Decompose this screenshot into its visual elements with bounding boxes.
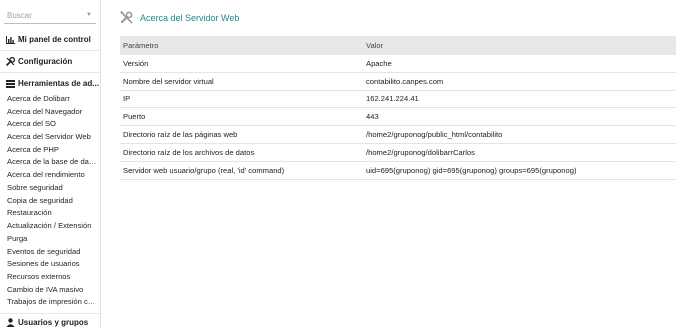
- chevron-down-icon[interactable]: ▼: [86, 12, 92, 18]
- param-cell: Directorio raíz de las páginas web: [123, 130, 238, 140]
- menu-item-about-dolibarr[interactable]: Acerca de Dolibarr: [7, 94, 97, 103]
- menu-item-external-resources[interactable]: Recursos externos: [7, 272, 97, 281]
- menu-section-label: Configuración: [18, 57, 73, 66]
- menu-item-purge[interactable]: Purga: [7, 234, 97, 243]
- info-table: Parámetro Valor Versión Apache Nombre de…: [120, 36, 676, 180]
- search-box[interactable]: ▼: [4, 8, 96, 24]
- value-cell: uid=695(gruponog) gid=695(gruponog) grou…: [366, 165, 577, 175]
- menu-section-config[interactable]: Configuración: [6, 57, 72, 66]
- menu-section-dashboard[interactable]: Mi panel de control: [6, 35, 91, 44]
- menu-item-security-events[interactable]: Eventos de seguridad: [7, 247, 97, 256]
- menu-item-about-os[interactable]: Acerca del SO: [7, 119, 97, 128]
- server-icon: [6, 79, 15, 88]
- value-cell: /home2/gruponog/dolibarrCarlos: [366, 147, 475, 157]
- param-cell: Puerto: [123, 112, 146, 122]
- value-cell: contabilito.canpes.com: [366, 76, 444, 86]
- menu-item-security[interactable]: Sobre seguridad: [7, 183, 97, 192]
- menu-item-update[interactable]: Actualización / Extensión: [7, 221, 97, 230]
- table-row: Versión Apache: [120, 55, 676, 73]
- table-row: Directorio raíz de las páginas web /home…: [120, 126, 676, 144]
- divider: [0, 50, 100, 51]
- table-header-row: Parámetro Valor: [120, 36, 676, 55]
- column-header-parameter: Parámetro: [123, 41, 159, 50]
- sidebar: ▼ Mi panel de control Configuración Herr…: [0, 0, 101, 328]
- user-icon: [6, 318, 15, 327]
- menu-item-print-jobs[interactable]: Trabajos de impresión co...: [7, 297, 97, 306]
- menu-section-users[interactable]: Usuarios y grupos: [6, 318, 88, 327]
- menu-item-about-php[interactable]: Acerca de PHP: [7, 145, 97, 154]
- param-cell: Directorio raíz de los archivos de datos: [123, 147, 255, 157]
- divider: [0, 72, 100, 73]
- table-row: Puerto 443: [120, 108, 676, 127]
- menu-item-about-browser[interactable]: Acerca del Navegador: [7, 107, 97, 116]
- divider: [0, 313, 100, 314]
- tools-icon: [120, 11, 133, 24]
- menu-item-restore[interactable]: Restauración: [7, 208, 97, 217]
- wrench-icon: [6, 57, 15, 66]
- menu-item-about-webserver[interactable]: Acerca del Servidor Web: [7, 132, 97, 141]
- page-title: Acerca del Servidor Web: [140, 12, 240, 23]
- menu-item-mass-vat-change[interactable]: Cambio de IVA masivo: [7, 285, 97, 294]
- menu-section-label: Herramientas de ad...: [18, 79, 99, 88]
- value-cell: 443: [366, 112, 379, 122]
- value-cell: Apache: [366, 58, 392, 68]
- param-cell: IP: [123, 94, 131, 104]
- menu-section-tools[interactable]: Herramientas de ad...: [6, 79, 99, 88]
- column-header-value: Valor: [366, 41, 384, 50]
- table-row: Servidor web usuario/grupo (real, 'id' c…: [120, 162, 676, 180]
- menu-section-label: Usuarios y grupos: [18, 318, 89, 327]
- param-cell: Nombre del servidor virtual: [123, 76, 214, 86]
- param-cell: Versión: [123, 58, 149, 68]
- search-input[interactable]: [4, 11, 82, 20]
- menu-item-backup[interactable]: Copia de seguridad: [7, 196, 97, 205]
- page-header: Acerca del Servidor Web: [120, 11, 239, 24]
- param-cell: Servidor web usuario/grupo (real, 'id' c…: [123, 165, 285, 175]
- menu-item-about-database[interactable]: Acerca de la base de datos: [7, 157, 97, 166]
- menu-item-user-sessions[interactable]: Sesiones de usuarios: [7, 259, 97, 268]
- value-cell: /home2/gruponog/public_html/contabilito: [366, 130, 503, 140]
- value-cell: 162.241.224.41: [366, 94, 419, 104]
- bar-chart-icon: [6, 35, 15, 44]
- menu-section-label: Mi panel de control: [18, 35, 91, 44]
- menu-item-about-performance[interactable]: Acerca del rendimiento: [7, 170, 97, 179]
- table-row: Directorio raíz de los archivos de datos…: [120, 144, 676, 162]
- table-row: Nombre del servidor virtual contabilito.…: [120, 73, 676, 91]
- table-row: IP 162.241.224.41: [120, 91, 676, 109]
- main-content: Acerca del Servidor Web Parámetro Valor …: [101, 0, 690, 328]
